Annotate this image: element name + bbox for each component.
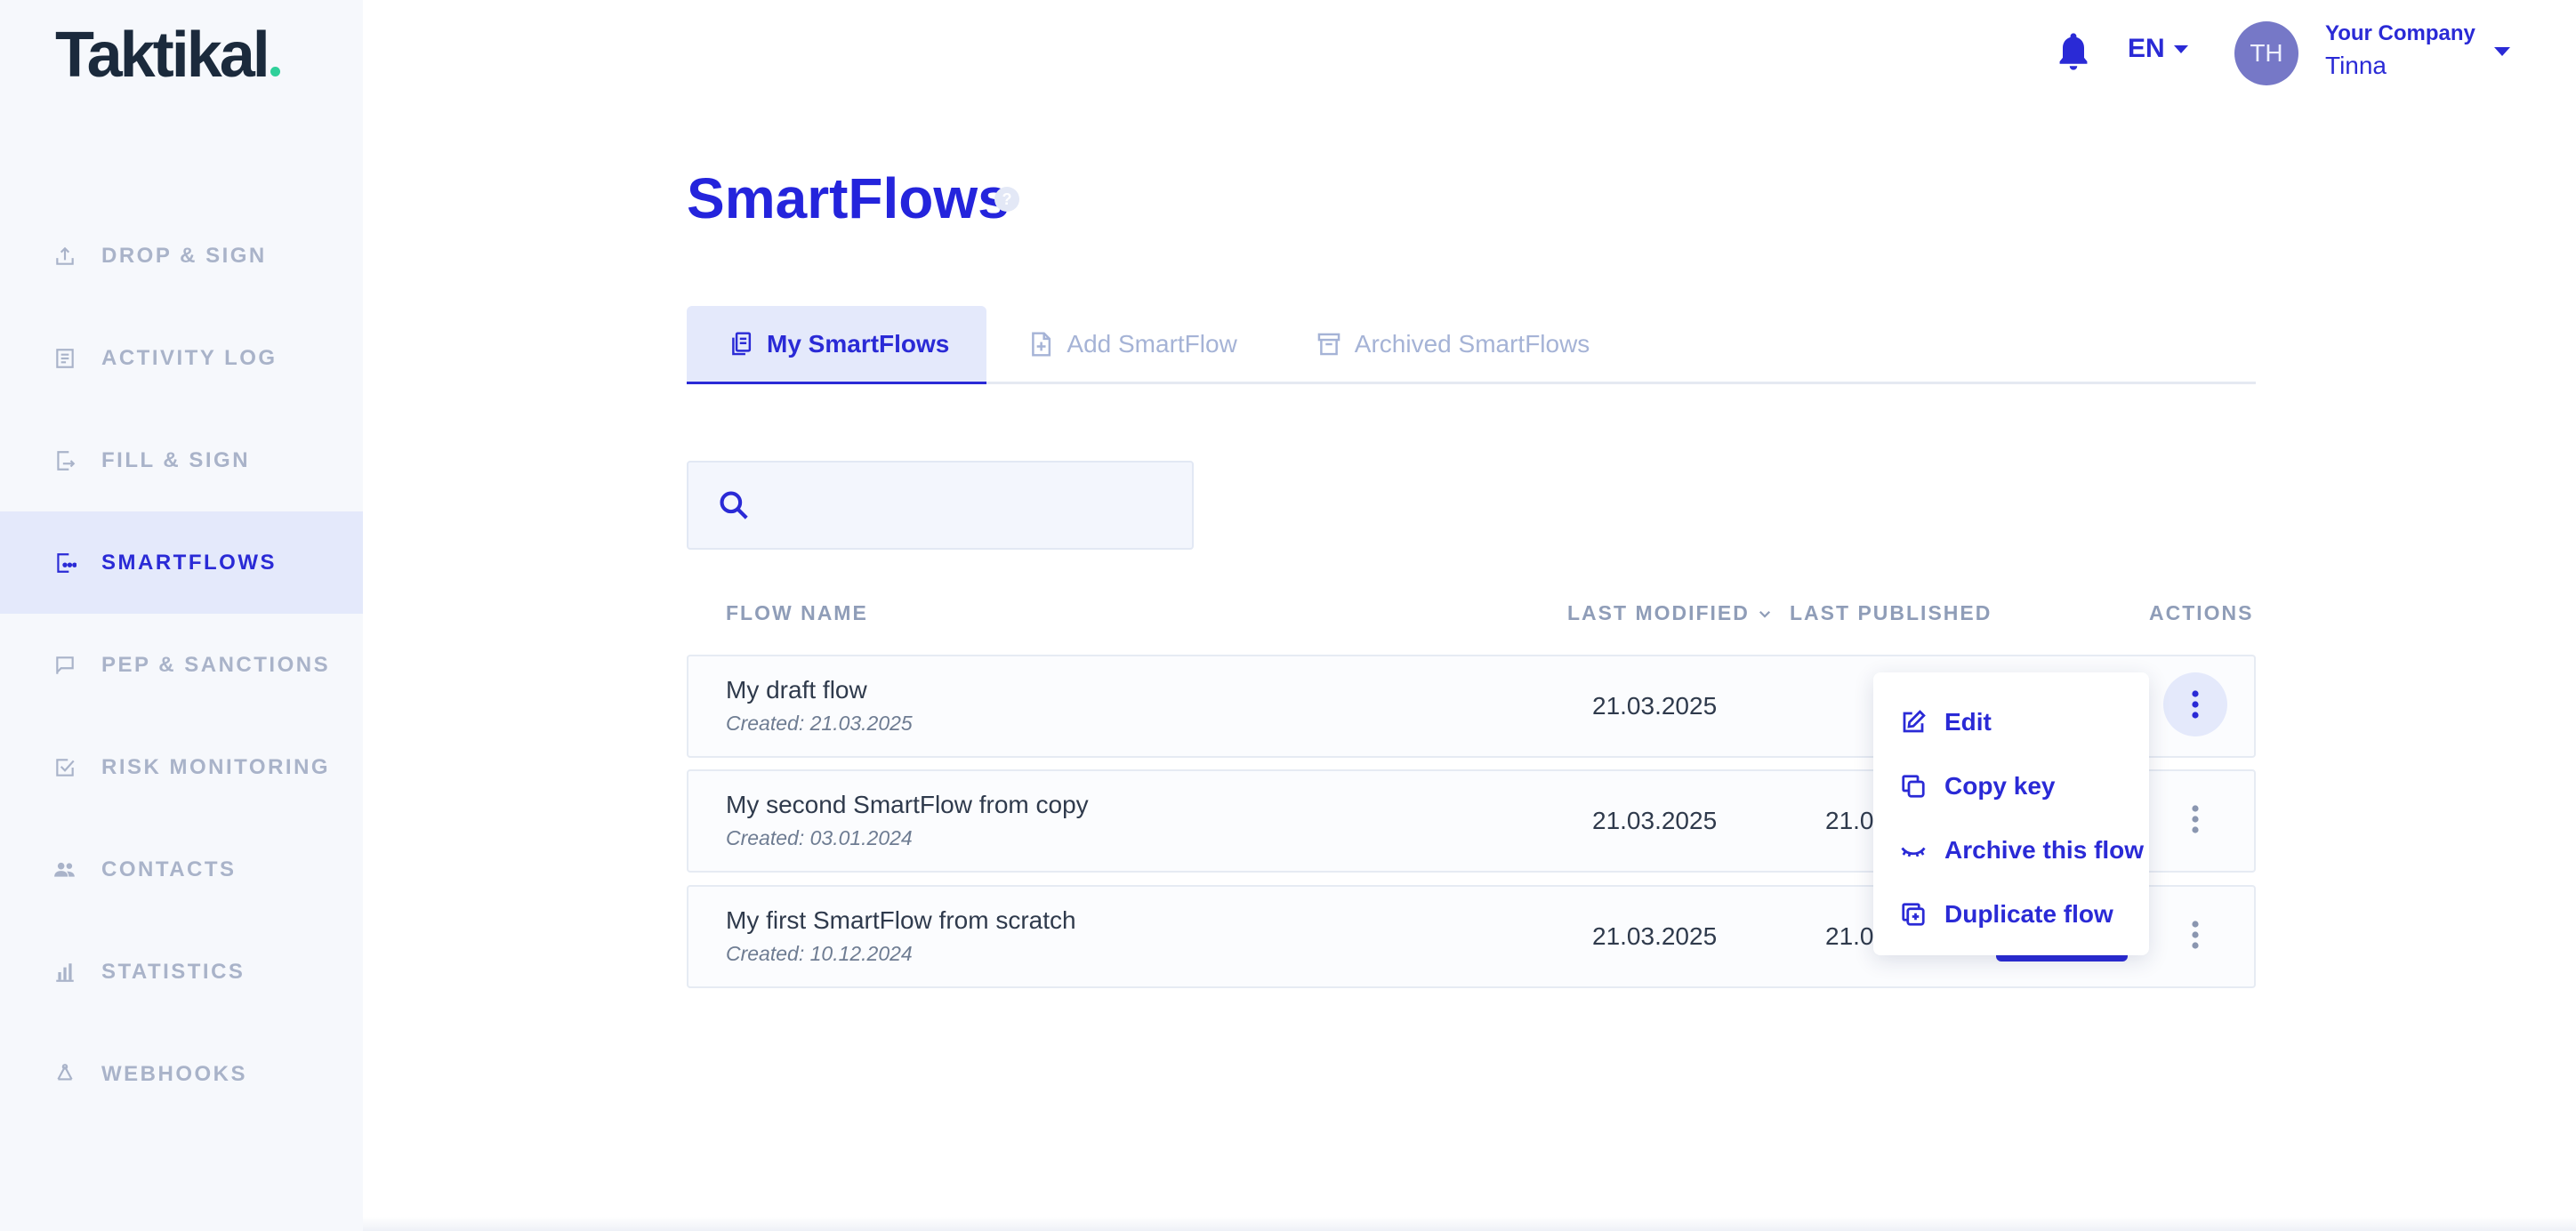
menu-item-duplicate[interactable]: Duplicate flow <box>1873 882 2149 946</box>
menu-item-label: Archive this flow <box>1944 836 2145 864</box>
table-header: FLOW NAME LAST MODIFIED LAST PUBLISHED A… <box>687 598 2256 633</box>
column-header-last-modified[interactable]: LAST MODIFIED <box>1567 601 1773 625</box>
help-symbol: ? <box>1002 189 1012 208</box>
menu-item-label: Copy key <box>1944 772 2056 800</box>
bottom-edge <box>363 1217 2576 1231</box>
eye-closed-icon <box>1901 847 1926 857</box>
sidebar-item-drop-and-sign[interactable]: DROP & SIGN <box>0 205 363 307</box>
column-label: LAST PUBLISHED <box>1790 601 1992 624</box>
flow-name[interactable]: My first SmartFlow from scratch <box>726 906 1076 935</box>
avatar[interactable]: TH <box>2234 21 2298 85</box>
search-icon <box>720 491 748 519</box>
logo-dot <box>270 67 280 76</box>
row-actions-button[interactable] <box>2163 787 2227 851</box>
sidebar-item-label: DROP & SIGN <box>101 243 267 268</box>
sidebar-item-label: FILL & SIGN <box>101 447 251 472</box>
flow-last-modified: 21.03.2025 <box>1592 922 1718 950</box>
kebab-menu-icon <box>2192 690 2199 719</box>
copy-icon <box>1902 775 1925 798</box>
search-box[interactable] <box>687 461 1194 550</box>
column-header-actions: ACTIONS <box>2149 601 2254 625</box>
menu-item-label: Edit <box>1944 708 1992 736</box>
flow-name[interactable]: My second SmartFlow from copy <box>726 791 1089 819</box>
language-selector[interactable]: EN <box>2128 34 2188 64</box>
menu-item-label: Duplicate flow <box>1944 900 2113 928</box>
user-name[interactable]: Tinna <box>2325 52 2387 80</box>
logo-text: Taktikal <box>55 20 270 91</box>
sidebar-item-label: ACTIVITY LOG <box>101 345 278 370</box>
tab-label: Archived SmartFlows <box>1354 330 1590 358</box>
sidebar: Taktikal DROP & SIGN ACTIVITY LOG FILL &… <box>0 0 363 1231</box>
webhook-icon <box>53 1063 76 1086</box>
upload-icon <box>53 245 76 268</box>
user-menu-chevron-icon[interactable] <box>2494 47 2510 56</box>
kebab-menu-icon <box>2192 921 2199 949</box>
sidebar-nav: DROP & SIGN ACTIVITY LOG FILL & SIGN SMA… <box>0 205 363 1125</box>
language-label: EN <box>2128 34 2165 63</box>
sidebar-item-label: STATISTICS <box>101 959 246 984</box>
column-label: FLOW NAME <box>726 601 868 624</box>
check-square-icon <box>53 756 76 779</box>
add-file-icon <box>1032 332 1051 357</box>
log-icon <box>53 347 76 370</box>
row-actions-menu: Edit Copy key Archive this flow Duplicat… <box>1873 672 2149 955</box>
tab-bar: My SmartFlows Add SmartFlow Archived Sma… <box>687 306 2256 384</box>
row-actions-button[interactable] <box>2163 903 2227 967</box>
notification-bell-icon[interactable] <box>2055 30 2092 73</box>
sidebar-item-webhooks[interactable]: WEBHOOKS <box>0 1023 363 1125</box>
column-header-last-published[interactable]: LAST PUBLISHED <box>1790 601 1992 625</box>
flow-created-date: Created: 10.12.2024 <box>726 942 913 965</box>
sidebar-item-statistics[interactable]: STATISTICS <box>0 921 363 1023</box>
sidebar-item-contacts[interactable]: CONTACTS <box>0 818 363 921</box>
flow-last-modified: 21.03.2025 <box>1592 807 1718 834</box>
fill-sign-icon <box>53 449 76 472</box>
column-label: ACTIONS <box>2149 601 2254 624</box>
sidebar-item-pep-and-sanctions[interactable]: PEP & SANCTIONS <box>0 614 363 716</box>
tab-label: Add SmartFlow <box>1067 330 1237 358</box>
smartflow-icon <box>53 551 76 575</box>
user-company[interactable]: Your Company <box>2325 21 2475 46</box>
tab-my-smartflows[interactable]: My SmartFlows <box>687 306 987 384</box>
sidebar-item-label: CONTACTS <box>101 857 237 881</box>
tab-label: My SmartFlows <box>767 329 950 358</box>
menu-item-edit[interactable]: Edit <box>1873 690 2149 754</box>
pencil-icon <box>1903 710 1926 733</box>
tab-archived-smartflows[interactable]: Archived SmartFlows <box>1275 306 1628 382</box>
documents-icon <box>732 331 752 355</box>
flag-icon <box>53 654 76 677</box>
archive-icon <box>1317 333 1340 356</box>
flow-created-date: Created: 03.01.2024 <box>726 826 913 849</box>
menu-item-archive[interactable]: Archive this flow <box>1873 818 2149 882</box>
sidebar-item-label: PEP & SANCTIONS <box>101 652 331 677</box>
sidebar-item-label: SMARTFLOWS <box>101 550 277 575</box>
duplicate-icon <box>1902 903 1925 926</box>
chevron-down-icon <box>2173 44 2188 53</box>
sidebar-item-activity-log[interactable]: ACTIVITY LOG <box>0 307 363 409</box>
flow-name[interactable]: My draft flow <box>726 676 867 704</box>
sidebar-item-label: RISK MONITORING <box>101 754 331 779</box>
flow-last-modified: 21.03.2025 <box>1592 692 1718 720</box>
sidebar-item-risk-monitoring[interactable]: RISK MONITORING <box>0 716 363 818</box>
column-label: LAST MODIFIED <box>1567 601 1750 624</box>
sidebar-item-label: WEBHOOKS <box>101 1061 247 1086</box>
bar-chart-icon <box>53 961 76 984</box>
tab-add-smartflow[interactable]: Add SmartFlow <box>986 306 1274 382</box>
avatar-initials: TH <box>2250 39 2283 67</box>
search-input[interactable] <box>767 490 1176 520</box>
sidebar-item-fill-and-sign[interactable]: FILL & SIGN <box>0 409 363 511</box>
column-header-flow-name: FLOW NAME <box>726 601 868 625</box>
people-icon <box>53 858 76 881</box>
help-icon[interactable]: ? <box>994 187 1019 212</box>
menu-item-copy-key[interactable]: Copy key <box>1873 754 2149 818</box>
logo[interactable]: Taktikal <box>55 20 280 91</box>
row-actions-button[interactable] <box>2163 672 2227 736</box>
sort-chevron-down-icon <box>1759 610 1770 618</box>
flow-created-date: Created: 21.03.2025 <box>726 712 913 735</box>
page-title: SmartFlows <box>687 166 1010 230</box>
sidebar-item-smartflows[interactable]: SMARTFLOWS <box>0 511 363 614</box>
kebab-menu-icon <box>2192 805 2199 833</box>
